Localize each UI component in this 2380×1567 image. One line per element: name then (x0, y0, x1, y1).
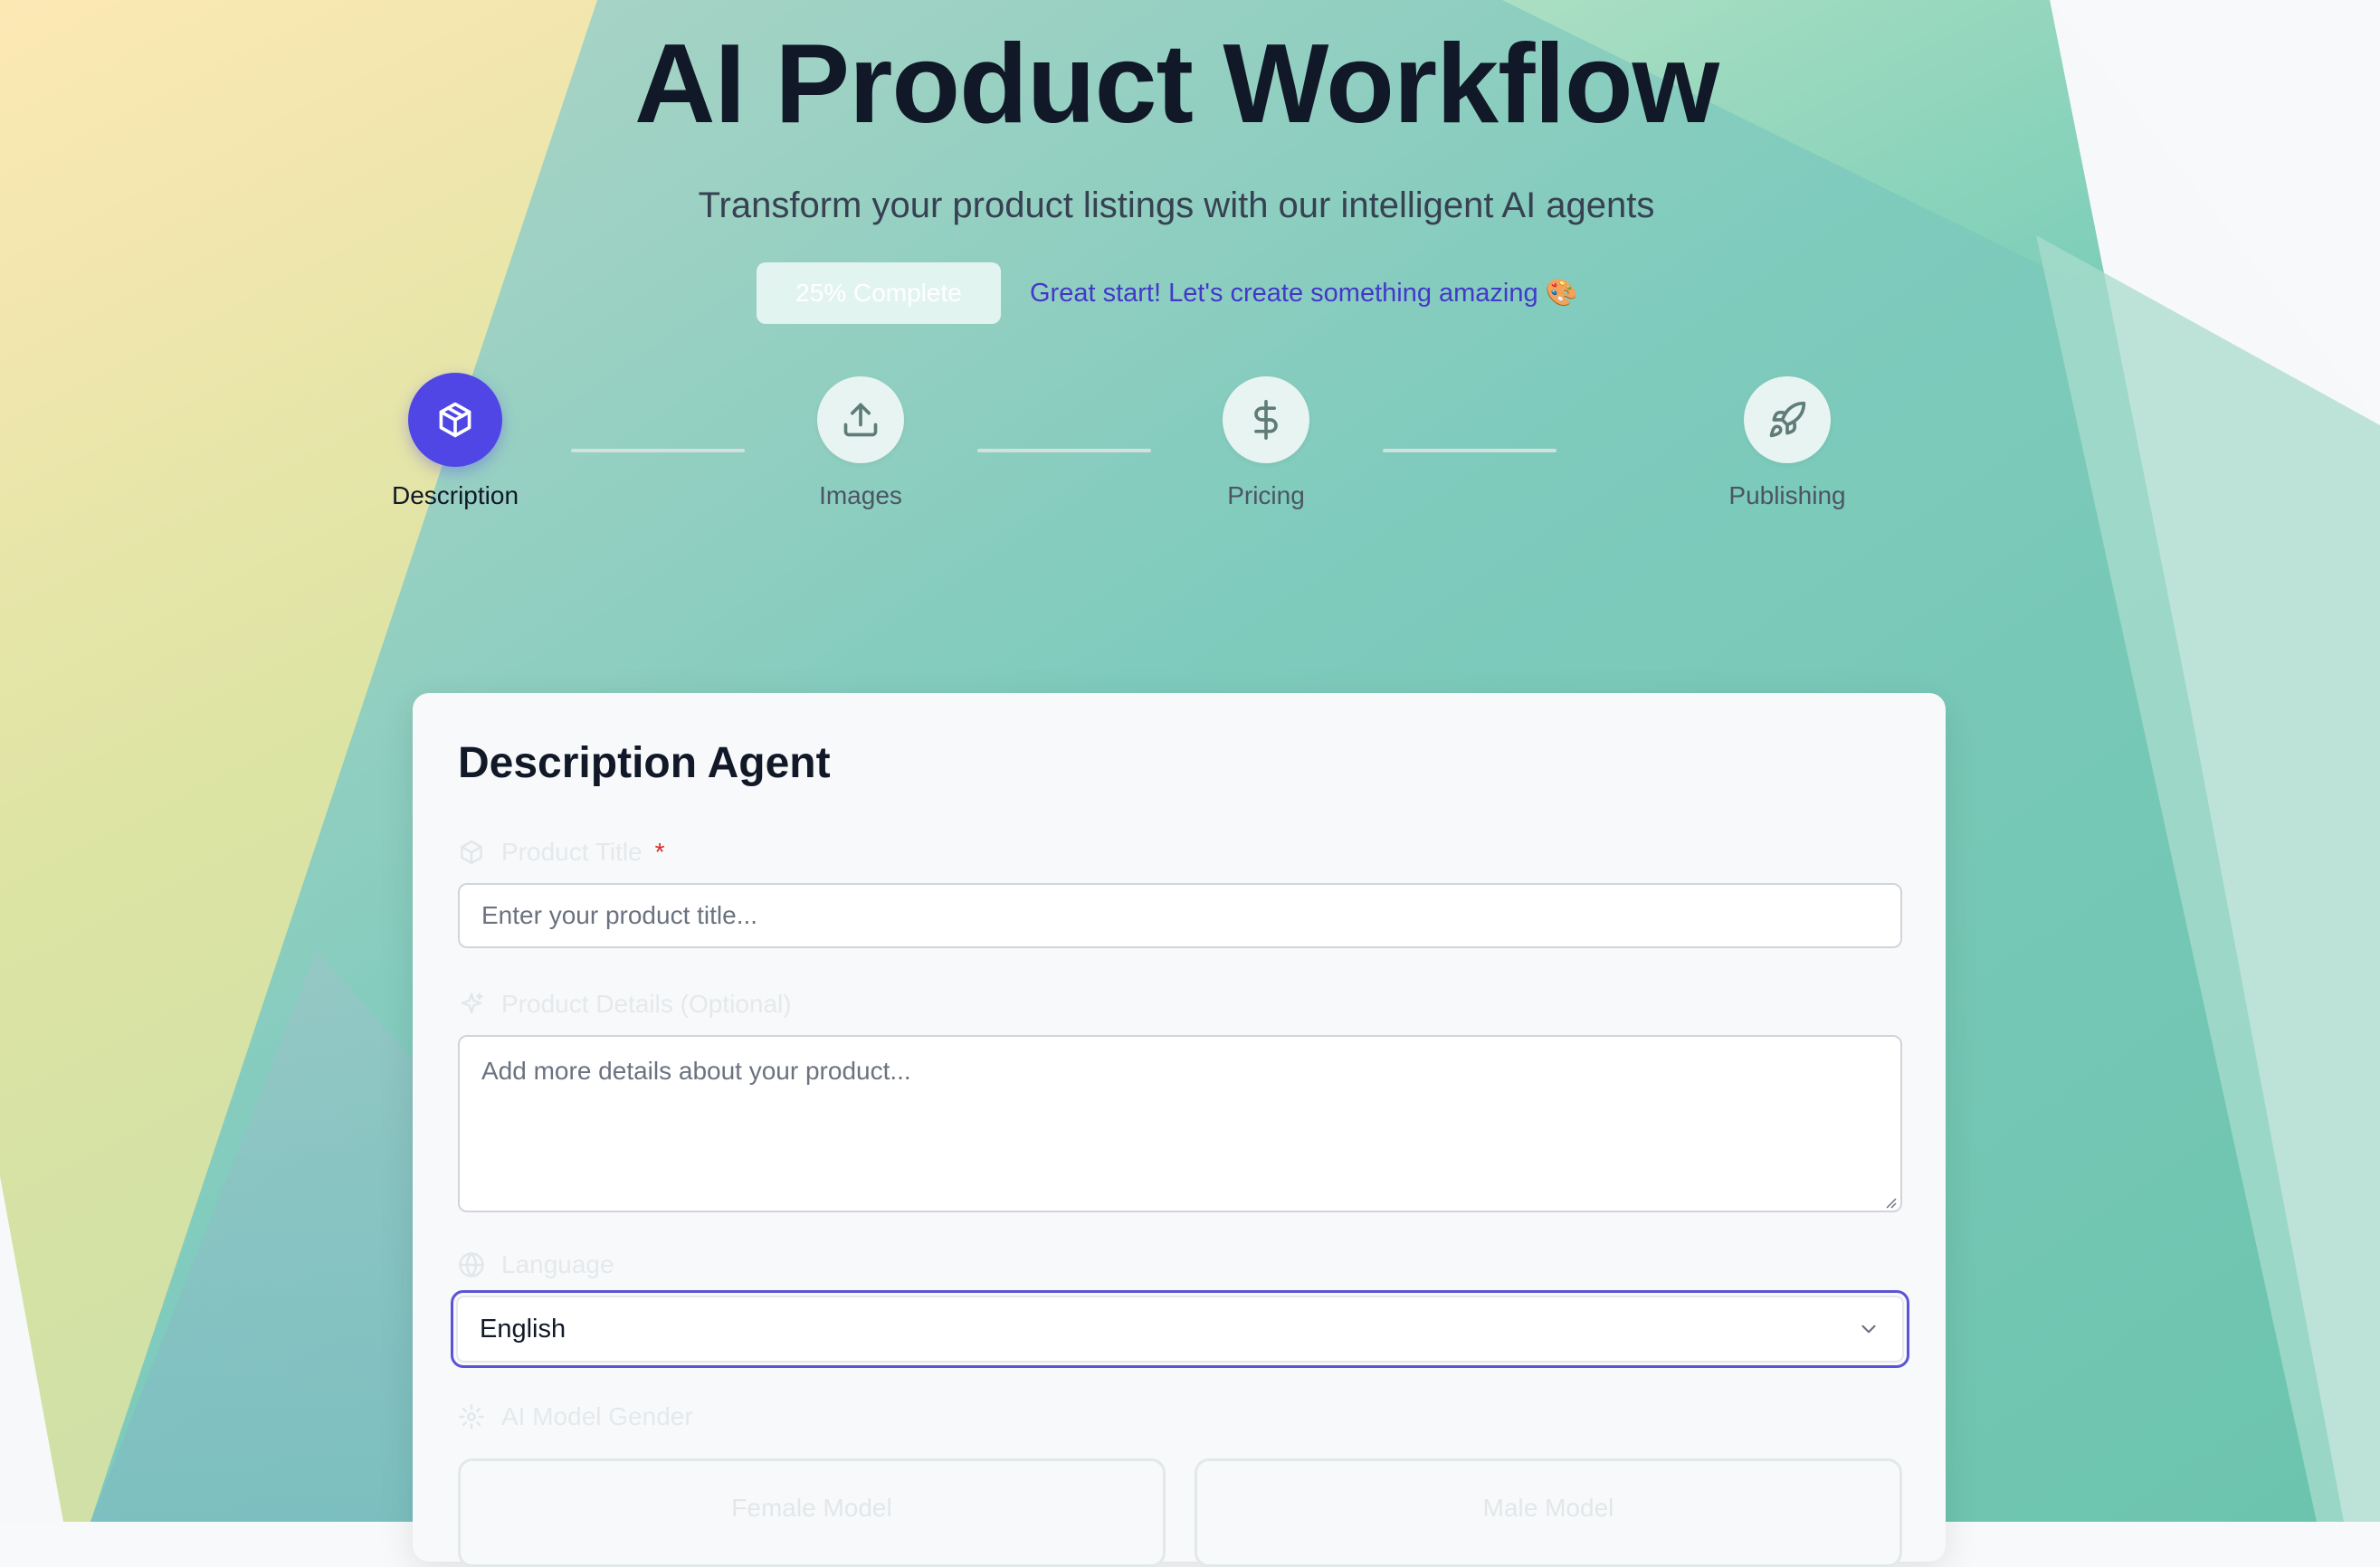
page-title: AI Product Workflow (633, 22, 1719, 147)
step-connector (977, 449, 1151, 452)
rocket-icon (1769, 401, 1806, 438)
step-circle (1744, 376, 1831, 463)
globe-icon (459, 1252, 484, 1277)
language-select-box[interactable]: English (456, 1296, 1904, 1363)
product-details-textarea[interactable] (458, 1035, 1902, 1212)
chevron-down-icon (1861, 1325, 1876, 1334)
option-label: Male Model (1482, 1494, 1614, 1522)
female-model-option[interactable]: Female Model (458, 1458, 1166, 1567)
workflow-stepper: Description Images Pricing Publishing (0, 373, 2380, 530)
field-label-text: Product Title (501, 838, 643, 866)
option-label: Female Model (731, 1494, 892, 1522)
card-title: Description Agent (458, 739, 831, 787)
resize-handle-icon[interactable] (1884, 1196, 1897, 1209)
progress-row: 25% Complete Great start! Let's create s… (757, 262, 1578, 324)
workflow-page: AI Product Workflow Transform your produ… (0, 0, 2380, 1567)
step-circle (408, 373, 502, 467)
product-title-input[interactable] (458, 883, 1902, 948)
male-model-option[interactable]: Male Model (1195, 1458, 1902, 1567)
progress-message: Great start! Let's create something amaz… (1030, 279, 1578, 308)
page-subtitle: Transform your product listings with our… (698, 185, 1655, 225)
step-circle (1223, 376, 1309, 463)
field-label-text: AI Model Gender (501, 1402, 693, 1430)
step-label: Pricing (1227, 481, 1305, 509)
package-icon (439, 402, 471, 438)
required-marker: * (654, 838, 665, 866)
step-connector (1383, 449, 1557, 452)
gender-label: AI Model Gender (458, 1402, 693, 1431)
language-label: Language (458, 1250, 614, 1279)
step-circle (817, 376, 904, 463)
sparkles-icon (461, 992, 483, 1013)
field-label-text: Product Details (Optional) (501, 990, 792, 1018)
bot-icon (459, 1404, 484, 1429)
field-label-text: Language (501, 1250, 614, 1278)
step-connector (571, 449, 745, 452)
product-title-label: Product Title * (458, 838, 665, 867)
product-details-label: Product Details (Optional) (458, 990, 792, 1019)
step-label: Description (391, 481, 519, 509)
language-select[interactable]: English (451, 1290, 1909, 1368)
dollar-icon (1254, 400, 1278, 440)
product-details-wrap (458, 1035, 1902, 1212)
step-images[interactable]: Images (743, 376, 978, 510)
step-description[interactable]: Description (338, 373, 573, 510)
step-pricing[interactable]: Pricing (1148, 376, 1384, 510)
description-agent-card: Description Agent Product Title * Produc… (413, 693, 1946, 1567)
package-icon (461, 840, 482, 865)
progress-badge: 25% Complete (757, 262, 1001, 324)
language-selected-value: English (480, 1314, 566, 1344)
step-label: Images (819, 481, 902, 509)
upload-icon (843, 403, 878, 437)
step-label: Publishing (1728, 481, 1846, 509)
step-publishing[interactable]: Publishing (1670, 376, 1905, 510)
